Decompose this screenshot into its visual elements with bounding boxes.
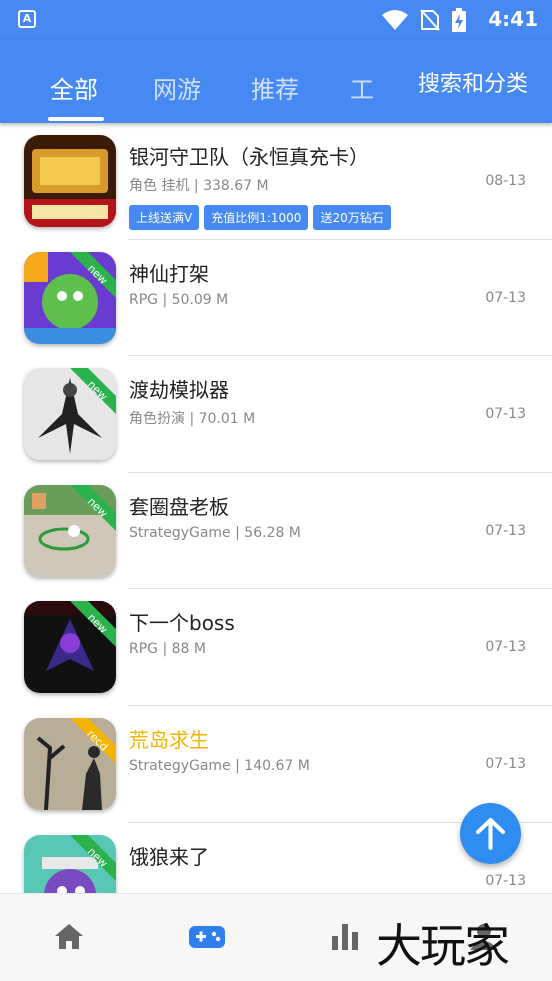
status-bar: A 4:41 (0, 0, 552, 40)
game-title: 神仙打架 (129, 261, 209, 286)
no-sim-icon (420, 9, 440, 31)
list-item[interactable]: 银河守卫队（永恒真充卡） 角色 挂机 | 338.67 M 08-13 上线送满… (0, 123, 552, 240)
game-title: 荒岛求生 (129, 727, 209, 752)
list-item[interactable]: new 套圈盘老板 StrategyGame | 56.28 M 07-13 (0, 473, 552, 590)
promo-tag: 充值比例1:1000 (204, 205, 309, 230)
game-list[interactable]: 银河守卫队（永恒真充卡） 角色 挂机 | 338.67 M 08-13 上线送满… (0, 123, 552, 893)
wifi-icon (382, 10, 408, 30)
list-item[interactable]: new 神仙打架 RPG | 50.09 M 07-13 (0, 240, 552, 357)
game-date: 07-13 (485, 406, 526, 423)
tab-all[interactable]: 全部 (50, 70, 98, 105)
game-thumbnail: new (24, 601, 116, 694)
search-and-category-button[interactable]: 搜索和分类 (418, 66, 528, 98)
game-date: 07-13 (485, 872, 526, 889)
game-meta: StrategyGame | 56.28 M (129, 524, 301, 541)
game-date: 07-13 (485, 639, 526, 656)
home-icon[interactable] (54, 922, 84, 950)
game-title: 饿狼来了 (129, 844, 209, 869)
bar-chart-icon[interactable] (332, 922, 358, 950)
game-thumbnail: new (24, 368, 116, 461)
game-meta: 角色 挂机 | 338.67 M (129, 178, 269, 194)
game-title: 渡劫模拟器 (129, 378, 229, 403)
watermark-logo: 大玩家 (376, 919, 510, 973)
game-thumbnail: recd (24, 717, 116, 810)
tab-online-games[interactable]: 网游 (153, 70, 201, 105)
game-meta: StrategyGame | 140.67 M (129, 757, 310, 774)
game-thumbnail: new (24, 834, 116, 893)
app-notification-icon: A (18, 10, 36, 28)
game-date: 07-13 (485, 289, 526, 306)
game-meta: RPG | 50.09 M (129, 291, 229, 308)
game-thumbnail (24, 135, 116, 227)
game-meta: RPG | 88 M (129, 641, 206, 658)
game-title: 银河守卫队（永恒真充卡） (129, 145, 369, 169)
top-app-bar: 全部 网游 推荐 工 搜索和分类 (0, 40, 552, 123)
game-thumbnail: new (24, 484, 116, 577)
game-date: 07-13 (485, 522, 526, 539)
tab-tools[interactable]: 工 (350, 70, 374, 105)
gamepad-icon[interactable] (189, 926, 225, 948)
active-tab-indicator (48, 117, 104, 121)
promo-tags: 上线送满V 充值比例1:1000 送20万钻石 (129, 205, 391, 230)
game-title: 套圈盘老板 (129, 494, 229, 519)
game-date: 08-13 (485, 173, 526, 189)
promo-tag: 送20万钻石 (313, 205, 391, 230)
tab-recommended[interactable]: 推荐 (251, 70, 299, 105)
list-item[interactable]: new 下一个boss RPG | 88 M 07-13 (0, 589, 552, 706)
game-date: 07-13 (485, 755, 526, 772)
game-thumbnail: new (24, 251, 116, 344)
arrow-up-icon (476, 818, 505, 850)
scroll-to-top-button[interactable] (460, 803, 521, 864)
game-title: 下一个boss (129, 611, 235, 636)
status-icons (382, 8, 466, 32)
list-item[interactable]: new 渡劫模拟器 角色扮演 | 70.01 M 07-13 (0, 356, 552, 473)
battery-charging-icon (452, 8, 466, 32)
game-meta: 角色扮演 | 70.01 M (129, 411, 256, 428)
clock: 4:41 (488, 7, 538, 31)
promo-tag: 上线送满V (129, 205, 200, 230)
